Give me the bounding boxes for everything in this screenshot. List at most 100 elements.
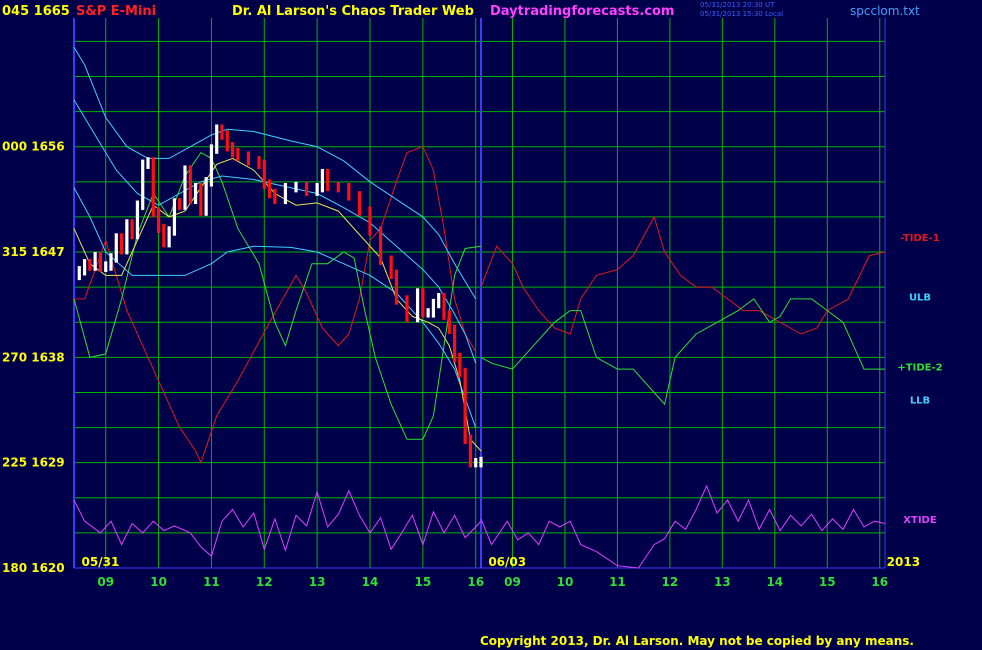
price-bar (135, 200, 140, 240)
x-tick-label: 13 (309, 575, 326, 589)
timestamp-ut: 05/31/2013 20:30 UT (700, 1, 775, 9)
series-line-upper-band (73, 99, 477, 364)
price-bar (246, 151, 251, 166)
series-line-xtide (480, 484, 886, 569)
date-label: 05/31 (82, 555, 120, 569)
x-tick-label: 16 (871, 575, 888, 589)
y-tick-label: 225 1629 (2, 456, 65, 470)
price-bar (151, 157, 155, 217)
curve-label: LLB (910, 395, 930, 406)
price-bar (389, 255, 393, 279)
price-bar (141, 159, 145, 210)
price-bar (193, 183, 198, 205)
y-tick-label: 000 1656 (2, 140, 65, 154)
series-line-price-average (73, 157, 482, 452)
x-tick-label: 16 (467, 575, 484, 589)
price-bar (415, 288, 420, 323)
price-bar (204, 177, 208, 216)
series-line--tide-2 (73, 151, 482, 440)
price-bar (162, 223, 166, 248)
price-bar (183, 165, 187, 210)
price-bar (426, 308, 430, 318)
price-bar (125, 219, 129, 255)
price-bar (257, 156, 261, 169)
price-bar (215, 124, 219, 154)
timestamp-local: 05/31/2013 15:30 Local (700, 10, 784, 18)
price-bar (225, 130, 229, 152)
price-bar (357, 191, 362, 216)
top-price-label: 045 1665 (2, 4, 70, 19)
price-bar (172, 198, 177, 236)
price-bar (294, 181, 298, 193)
price-bar (273, 188, 277, 205)
price-bar (336, 181, 340, 193)
price-bar (474, 458, 478, 468)
price-bar (267, 179, 272, 199)
price-bar (236, 147, 240, 161)
price-bar (220, 124, 224, 140)
price-bar (378, 226, 383, 265)
price-bar (320, 168, 325, 193)
curve-label: ULB (909, 293, 931, 304)
price-bar (109, 253, 113, 271)
x-tick-label: 15 (819, 575, 836, 589)
symbol-title: S&P E-Mini (76, 4, 157, 19)
x-tick-label: 14 (766, 575, 783, 589)
price-bar (458, 352, 462, 378)
price-bar (98, 252, 103, 272)
x-tick-label: 13 (714, 575, 731, 589)
price-bar (347, 183, 351, 201)
x-tick-label: 11 (609, 575, 626, 589)
series-layer (73, 47, 886, 569)
series-line-llb (73, 187, 477, 428)
curve-label: +TIDE-2 (897, 363, 942, 374)
price-bar (119, 233, 124, 255)
filename-label: spcclom.txt (850, 4, 920, 18)
date-label: 2013 (887, 555, 920, 569)
website-link[interactable]: Daytradingforecasts.com (490, 4, 674, 19)
x-tick-label: 10 (557, 575, 574, 589)
price-bar (283, 183, 288, 205)
price-bar (130, 219, 134, 240)
price-bar (431, 298, 436, 318)
x-tick-label: 09 (504, 575, 521, 589)
price-bar (156, 207, 161, 234)
y-tick-label: 270 1638 (2, 350, 65, 364)
price-bar (442, 293, 446, 320)
price-bar (452, 324, 457, 363)
price-bar (394, 269, 399, 305)
x-tick-label: 10 (150, 575, 167, 589)
price-bar (146, 157, 150, 169)
price-bar (368, 206, 372, 236)
x-tick-label: 14 (362, 575, 379, 589)
price-bar (88, 259, 92, 271)
price-bar (178, 198, 182, 210)
price-bar (114, 233, 118, 263)
x-tick-label: 12 (256, 575, 273, 589)
price-bar (468, 434, 473, 468)
price-bar (421, 288, 425, 318)
price-bar (262, 159, 266, 189)
price-bar (479, 456, 483, 468)
price-bar (209, 144, 214, 187)
price-bar (82, 259, 87, 276)
page-title: Dr. Al Larson's Chaos Trader Web (232, 4, 474, 19)
copyright-notice: Copyright 2013, Dr. Al Larson. May not b… (480, 634, 914, 648)
price-bar (315, 183, 319, 196)
price-bar (326, 168, 330, 192)
price-bar (104, 261, 108, 272)
price-bar (167, 226, 171, 248)
price-bar (77, 266, 81, 281)
date-label: 06/03 (488, 555, 526, 569)
price-bar (230, 142, 235, 158)
price-bar (463, 367, 467, 444)
series-line-xtide (73, 489, 482, 558)
chart-area: 180 1620 225 1629 270 1638 315 1647 000 1656… (2, 18, 943, 589)
price-bar (188, 165, 192, 205)
x-tick-label: 15 (415, 575, 432, 589)
price-bar (405, 295, 409, 323)
price-bar (437, 293, 441, 309)
y-tick-label: 315 1647 (2, 245, 65, 259)
curve-label: XTIDE (903, 515, 937, 526)
x-tick-label: 12 (662, 575, 679, 589)
